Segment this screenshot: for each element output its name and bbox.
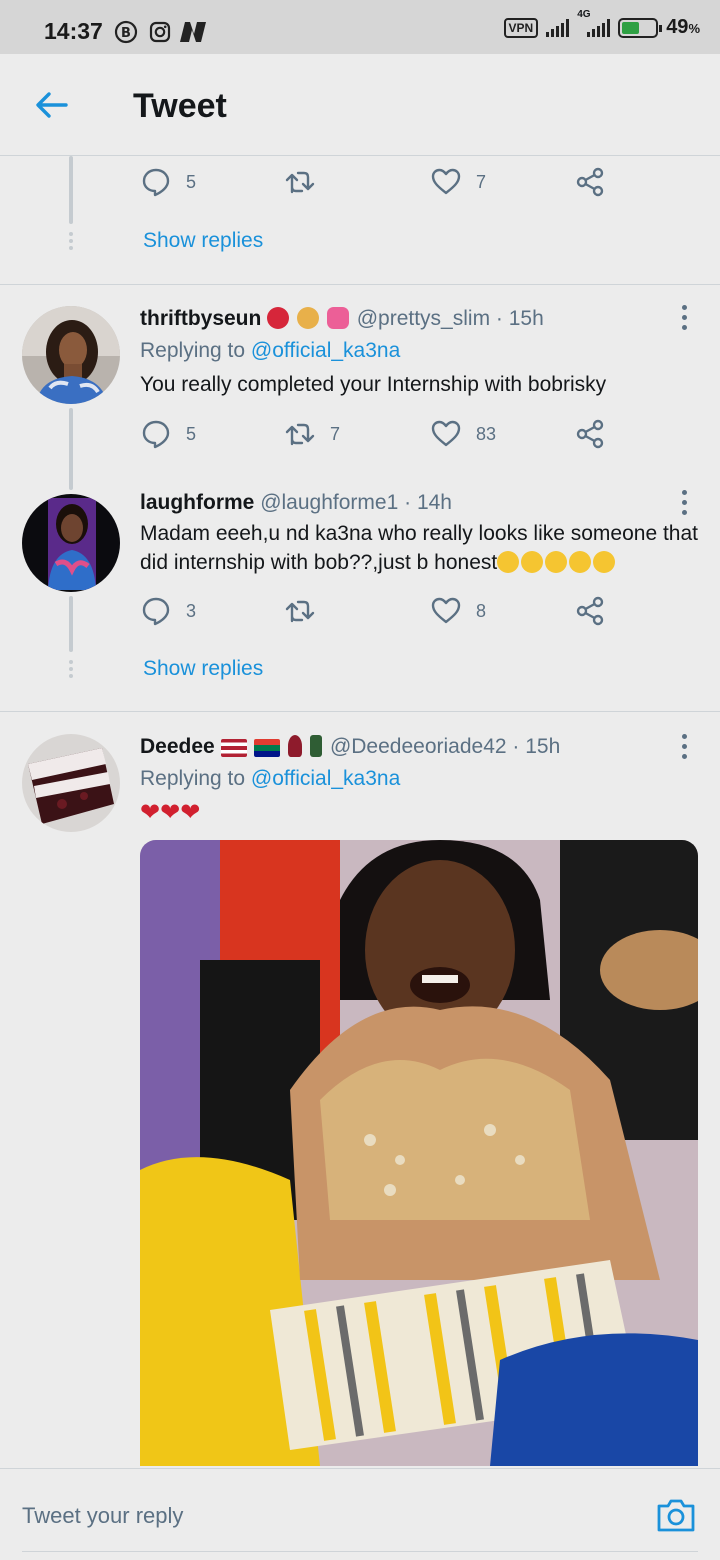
us-flag-emoji-icon (220, 739, 247, 757)
reply-icon (142, 597, 170, 626)
camera-icon[interactable] (656, 1497, 696, 1533)
user-handle[interactable]: @laughforme1 (260, 491, 398, 514)
reply-icon (142, 168, 170, 197)
battery-icon (618, 17, 663, 38)
thread-dots (69, 232, 73, 253)
show-replies-link[interactable]: Show replies (143, 657, 263, 681)
avatar[interactable] (22, 494, 120, 592)
thread-line (69, 408, 73, 490)
more-options-icon[interactable] (678, 490, 690, 518)
battery-percent: 49% (666, 16, 700, 38)
avatar[interactable] (22, 734, 120, 832)
laughing-emoji-icon (521, 551, 544, 573)
display-name[interactable]: laughforme (140, 491, 254, 514)
heart-icon (431, 597, 461, 624)
tweet-header: thriftbyseun @prettys_slim · 15h (140, 307, 544, 330)
reply-button[interactable]: 5 (140, 418, 196, 450)
laughing-emoji-icon (497, 551, 520, 573)
retweet-button[interactable] (284, 166, 330, 198)
news-app-icon (180, 22, 206, 42)
photo-image (140, 840, 698, 1466)
bitcoin-icon: B (114, 20, 138, 44)
mention-link[interactable]: @official_ka3na (251, 339, 400, 362)
tweet-header: laughforme @laughforme1 · 14h (140, 491, 452, 514)
tweet-text: ❤❤❤ (140, 799, 201, 826)
tweet-actions: 5 7 83 (140, 418, 620, 458)
south-africa-flag-emoji-icon (254, 739, 281, 757)
reply-underline (22, 1551, 698, 1552)
wine-glass-emoji-icon (288, 735, 303, 757)
laughing-emoji-icon (593, 551, 616, 573)
replying-to: Replying to @official_ka3na (140, 339, 401, 362)
tweet-actions: 3 8 (140, 595, 620, 635)
vpn-badge: VPN (503, 17, 539, 38)
heart-icon (431, 168, 461, 195)
avatar[interactable] (22, 306, 120, 404)
heart-icon (431, 420, 461, 447)
tweet-photo[interactable] (140, 840, 698, 1466)
like-button[interactable]: 83 (430, 418, 496, 450)
tweet-actions: 5 7 (140, 166, 620, 206)
thread-line (69, 596, 73, 652)
retweet-icon (285, 600, 315, 623)
display-name[interactable]: Deedee (140, 735, 215, 758)
like-button[interactable]: 8 (430, 595, 486, 627)
tweet-header: Deedee @Deedeeoriade42 · 15h (140, 735, 561, 758)
more-options-icon[interactable] (678, 734, 690, 762)
show-replies-link[interactable]: Show replies (143, 229, 263, 253)
reply-button[interactable]: 3 (140, 595, 196, 627)
tweet-time: 14h (416, 491, 452, 514)
lips-emoji-icon (267, 307, 290, 329)
page-title: Tweet (133, 87, 227, 125)
champagne-emoji-icon (310, 735, 323, 757)
retweet-icon (285, 171, 315, 194)
display-name[interactable]: thriftbyseun (140, 307, 261, 330)
status-right: VPN 4G 49% (503, 9, 700, 39)
user-handle[interactable]: @prettys_slim (357, 307, 490, 330)
share-button[interactable] (574, 595, 606, 627)
tweet-time: 15h (525, 735, 561, 758)
more-options-icon[interactable] (678, 305, 690, 333)
tweet-text: Madam eeeh,u nd ka3na who really looks l… (140, 522, 698, 574)
laughing-emoji-icon (545, 551, 568, 573)
share-icon (576, 167, 604, 197)
signal-icon (546, 18, 570, 37)
replying-to: Replying to @official_ka3na (140, 767, 401, 790)
top-app-bar: Tweet (0, 54, 720, 156)
share-icon (576, 596, 604, 626)
thread-line (69, 156, 73, 224)
reply-input[interactable]: Tweet your reply (22, 1485, 622, 1545)
like-button[interactable]: 7 (430, 166, 486, 198)
status-bar: 14:37 B VPN 4G 49% (0, 0, 720, 54)
thread-dots (69, 660, 73, 681)
retweet-button[interactable] (284, 595, 330, 627)
back-arrow-icon[interactable] (30, 84, 72, 126)
tweet-text: You really completed your Internship wit… (140, 373, 607, 396)
mention-link[interactable]: @official_ka3na (251, 767, 400, 790)
reply-button[interactable]: 5 (140, 166, 196, 198)
status-time: 14:37 (44, 18, 103, 44)
share-button[interactable] (574, 166, 606, 198)
bride-emoji-icon (297, 307, 320, 329)
share-button[interactable] (574, 418, 606, 450)
divider (0, 711, 720, 712)
retweet-button[interactable]: 7 (284, 418, 340, 450)
tweet-time: 15h (508, 307, 544, 330)
user-handle[interactable]: @Deedeeoriade42 (330, 735, 507, 758)
laughing-emoji-icon (569, 551, 592, 573)
instagram-icon (149, 21, 171, 43)
reply-bar: Tweet your reply (0, 1468, 720, 1560)
svg-text:B: B (121, 26, 131, 41)
signal-4g-icon: 4G (577, 9, 611, 37)
reply-icon (142, 420, 170, 449)
retweet-icon (285, 423, 315, 446)
sparkling-heart-emoji-icon (326, 307, 349, 329)
share-icon (576, 419, 604, 449)
divider (0, 284, 720, 285)
